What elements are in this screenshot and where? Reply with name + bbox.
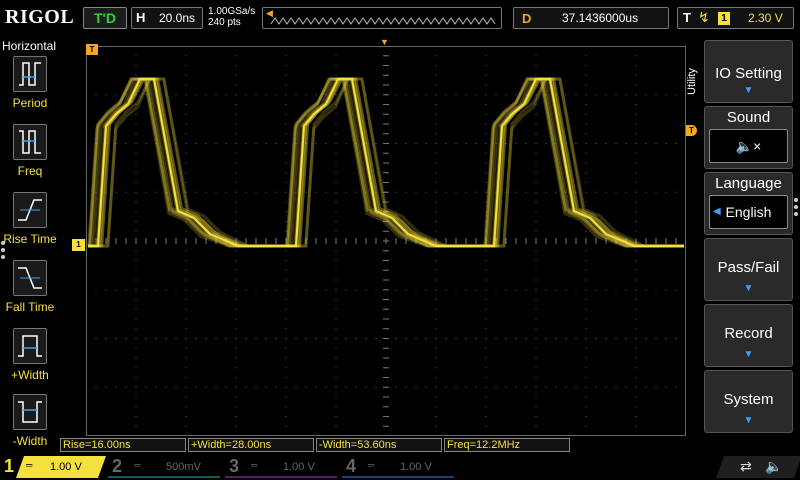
channel1-waveform [87, 77, 684, 248]
channel1-offset-marker[interactable]: 1 [72, 239, 85, 251]
negative-width-icon [13, 394, 47, 430]
io-setting-label: IO Setting [715, 65, 782, 82]
trigger-status-badge: T'D [83, 7, 127, 29]
pass-fail-label: Pass/Fail [717, 259, 780, 276]
left-menu-scroll-indicator [0, 238, 8, 262]
measure-freq-label: Freq [17, 164, 43, 178]
trigger-source: 1 [718, 12, 730, 25]
frequency-readout[interactable]: Freq=12.2MHz [444, 438, 570, 452]
chevron-down-icon: ▼ [743, 283, 754, 294]
brand-logo: RIGOL [5, 6, 75, 28]
measure-rise-time-button[interactable]: Rise Time [0, 192, 60, 254]
channel4-tab[interactable]: 4 ═ 1.00 V [342, 456, 454, 478]
language-label: Language [715, 175, 782, 192]
waveform-display[interactable] [86, 46, 686, 436]
rise-time-icon [13, 192, 47, 228]
measure-fall-time-button[interactable]: Fall Time [0, 260, 60, 322]
speaker-muted-icon: 🔈× [709, 129, 788, 163]
delay-value: 37.1436000us [562, 11, 639, 25]
channel1-tab[interactable]: 1 ═ 1.00 V [0, 456, 107, 478]
trigger-level-marker[interactable]: T [686, 125, 697, 136]
dc-coupling-icon: ═ [251, 460, 258, 470]
channel-status-bar: 1 ═ 1.00 V 2 ═ 500mV 3 ═ 1.00 V 4 ═ 1.00… [0, 454, 800, 480]
positive-width-readout[interactable]: +Width=28.00ns [188, 438, 314, 452]
usb-icon: ⇄ [740, 458, 752, 474]
measure-freq-button[interactable]: Freq [0, 124, 60, 186]
measure-period-button[interactable]: Period [0, 56, 60, 118]
channel3-number: 3 [229, 456, 240, 476]
dc-coupling-icon: ═ [368, 460, 375, 470]
trigger-level-value: 2.30 V [748, 11, 783, 25]
timebase-value: 20.0ns [159, 11, 196, 25]
rising-edge-icon: ↯ [698, 9, 710, 25]
sound-button[interactable]: Sound 🔈× [704, 106, 793, 169]
positive-width-icon [13, 328, 47, 364]
measure-negative-width-button[interactable]: -Width [0, 394, 60, 456]
delay-readout[interactable]: D 37.1436000us [513, 7, 669, 29]
rise-time-readout[interactable]: Rise=16.00ns [60, 438, 186, 452]
fall-time-icon [13, 260, 47, 296]
chevron-down-icon: ▼ [743, 349, 754, 360]
sample-rate: 1.00GSa/s [208, 6, 256, 17]
channel3-tab[interactable]: 3 ═ 1.00 V [225, 456, 337, 478]
memory-depth: 240 pts [208, 17, 241, 28]
language-value: English [725, 204, 772, 220]
measure-category-title: Horizontal [2, 39, 57, 53]
memory-waveform-icon [270, 17, 496, 25]
io-setting-button[interactable]: IO Setting ▼ [704, 40, 793, 103]
channel2-scale: 500mV [166, 461, 201, 473]
system-button[interactable]: System ▼ [704, 370, 793, 433]
measure-negative-width-label: -Width [12, 434, 48, 448]
record-button[interactable]: Record ▼ [704, 304, 793, 367]
measure-fall-time-label: Fall Time [5, 300, 55, 314]
dc-coupling-icon: ═ [134, 460, 141, 470]
channel4-number: 4 [346, 456, 357, 476]
horizontal-label: H [136, 10, 146, 25]
chevron-down-icon: ▼ [743, 415, 754, 426]
trigger-label: T [683, 10, 691, 25]
measure-menu: Horizontal Period Freq Rise Time Fall Ti… [0, 38, 60, 450]
channel2-number: 2 [112, 456, 123, 476]
measure-positive-width-label: +Width [11, 368, 49, 382]
measure-positive-width-button[interactable]: +Width [0, 328, 60, 390]
channel2-tab[interactable]: 2 ═ 500mV [108, 456, 220, 478]
sound-label: Sound [726, 109, 771, 126]
acquisition-info: 1.00GSa/s 240 pts [208, 6, 255, 28]
channel1-number: 1 [4, 456, 15, 476]
record-label: Record [724, 325, 773, 342]
memory-overview-bar: ◀ [262, 7, 502, 29]
language-button[interactable]: Language ◀ English [704, 172, 793, 235]
negative-width-readout[interactable]: -Width=53.60ns [316, 438, 442, 452]
chevron-down-icon: ▼ [743, 85, 754, 96]
speaker-muted-icon: 🔈 [765, 458, 783, 474]
channel4-scale: 1.00 V [400, 461, 432, 473]
frequency-icon [13, 124, 47, 160]
channel1-scale: 1.00 V [50, 461, 82, 473]
period-icon [13, 56, 47, 92]
status-icon-area [715, 456, 800, 478]
dc-coupling-icon: ═ [26, 460, 33, 470]
right-menu-scroll-indicator [792, 195, 800, 219]
trigger-readout[interactable]: T ↯ 1 2.30 V [677, 7, 794, 29]
language-value-box: ◀ English [709, 195, 788, 229]
system-label: System [723, 391, 774, 408]
top-status-bar: RIGOL T'D H 20.0ns 1.00GSa/s 240 pts ◀ D… [0, 0, 800, 38]
measure-rise-time-label: Rise Time [3, 232, 57, 246]
channel3-scale: 1.00 V [283, 461, 315, 473]
pass-fail-button[interactable]: Pass/Fail ▼ [704, 238, 793, 301]
chevron-left-icon: ◀ [713, 206, 721, 217]
delay-label: D [522, 11, 532, 26]
trigger-time-marker[interactable]: T [86, 44, 98, 55]
menu-side-label: Utility [686, 68, 698, 96]
measure-period-label: Period [12, 96, 48, 110]
horizontal-timebase[interactable]: H 20.0ns [131, 7, 203, 29]
trigger-position-marker-icon[interactable]: ▼ [380, 37, 389, 47]
